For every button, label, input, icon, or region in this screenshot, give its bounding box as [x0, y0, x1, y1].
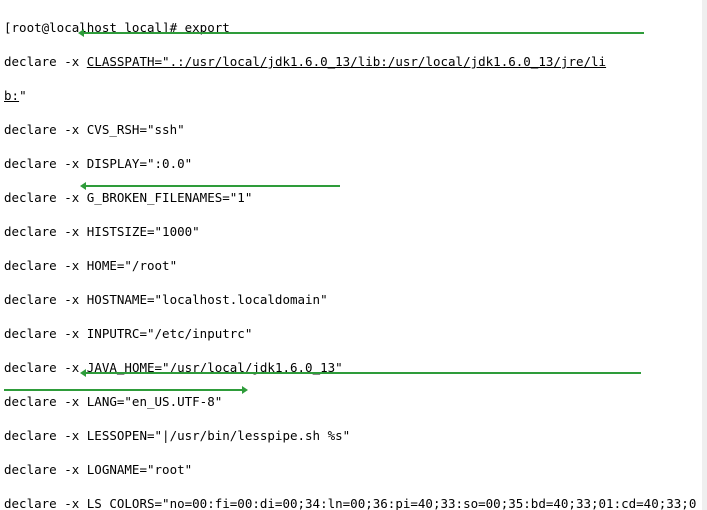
- classpath-underline-cont: b:: [4, 88, 19, 103]
- env-line: b:": [4, 87, 703, 104]
- env-line: declare -x JAVA_HOME="/usr/local/jdk1.6.…: [4, 359, 703, 376]
- env-line: declare -x HOSTNAME="localhost.localdoma…: [4, 291, 703, 308]
- env-line: declare -x HOME="/root": [4, 257, 703, 274]
- env-line: declare -x HISTSIZE="1000": [4, 223, 703, 240]
- classpath-underline: CLASSPATH=".:/usr/local/jdk1.6.0_13/lib:…: [87, 54, 606, 69]
- terminal-output: [root@localhost local]# export declare -…: [0, 0, 707, 510]
- env-line: declare -x LESSOPEN="|/usr/bin/lesspipe.…: [4, 427, 703, 444]
- env-line: declare -x DISPLAY=":0.0": [4, 155, 703, 172]
- javahome-underline: JAVA_HOME="/usr/local/jdk1.6.0_13": [87, 360, 343, 375]
- env-line: declare -x LANG="en_US.UTF-8": [4, 393, 703, 410]
- prompt-line: [root@localhost local]# export: [4, 19, 703, 36]
- env-line: declare -x G_BROKEN_FILENAMES="1": [4, 189, 703, 206]
- env-line: declare -x CVS_RSH="ssh": [4, 121, 703, 138]
- env-line: declare -x CLASSPATH=".:/usr/local/jdk1.…: [4, 53, 703, 70]
- env-line: declare -x LOGNAME="root": [4, 461, 703, 478]
- env-line: declare -x INPUTRC="/etc/inputrc": [4, 325, 703, 342]
- env-line: declare -x LS_COLORS="no=00:fi=00:di=00;…: [4, 495, 703, 510]
